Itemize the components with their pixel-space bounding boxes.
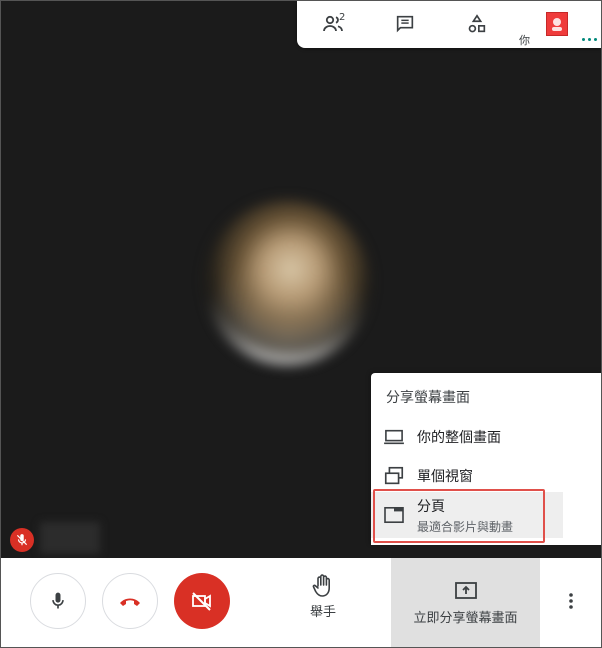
share-entire-screen[interactable]: 你的整個畫面 (371, 417, 602, 457)
bottom-control-bar: 舉手 立即分享螢幕畫面 (0, 558, 602, 648)
participant-name-blurred (40, 522, 100, 554)
shapes-icon (468, 14, 486, 33)
share-window-label: 單個視窗 (417, 469, 473, 485)
microphone-button[interactable] (30, 573, 86, 629)
present-now-label: 立即分享螢幕畫面 (413, 610, 518, 626)
raise-hand-label: 舉手 (309, 605, 336, 620)
window-icon (382, 464, 406, 488)
self-label: 你 (519, 34, 530, 47)
more-options-button[interactable] (556, 586, 586, 616)
activities-button[interactable] (441, 0, 513, 48)
present-icon (454, 581, 477, 599)
chat-icon (396, 15, 414, 33)
present-now-button[interactable]: 立即分享螢幕畫面 (391, 558, 540, 648)
camera-off-icon (192, 592, 211, 611)
hangup-icon (120, 598, 140, 606)
raise-hand-button[interactable]: 舉手 (295, 573, 351, 633)
annotation-highlight-box (373, 489, 545, 543)
participants-button[interactable]: 2 (297, 0, 369, 48)
laptop-icon (382, 425, 406, 449)
leave-call-button[interactable] (102, 573, 158, 629)
mic-off-icon (10, 528, 34, 552)
more-dots-icon[interactable] (582, 38, 602, 42)
hand-icon (312, 574, 330, 597)
camera-off-button[interactable] (174, 573, 230, 629)
participants-count: 2 (339, 12, 346, 23)
chat-button[interactable] (369, 0, 441, 48)
participant-video (205, 200, 370, 365)
share-menu-title: 分享螢幕畫面 (386, 390, 470, 406)
more-vert-icon (569, 593, 573, 609)
self-avatar (546, 12, 568, 36)
microphone-icon (52, 592, 64, 609)
share-entire-screen-label: 你的整個畫面 (417, 430, 501, 446)
